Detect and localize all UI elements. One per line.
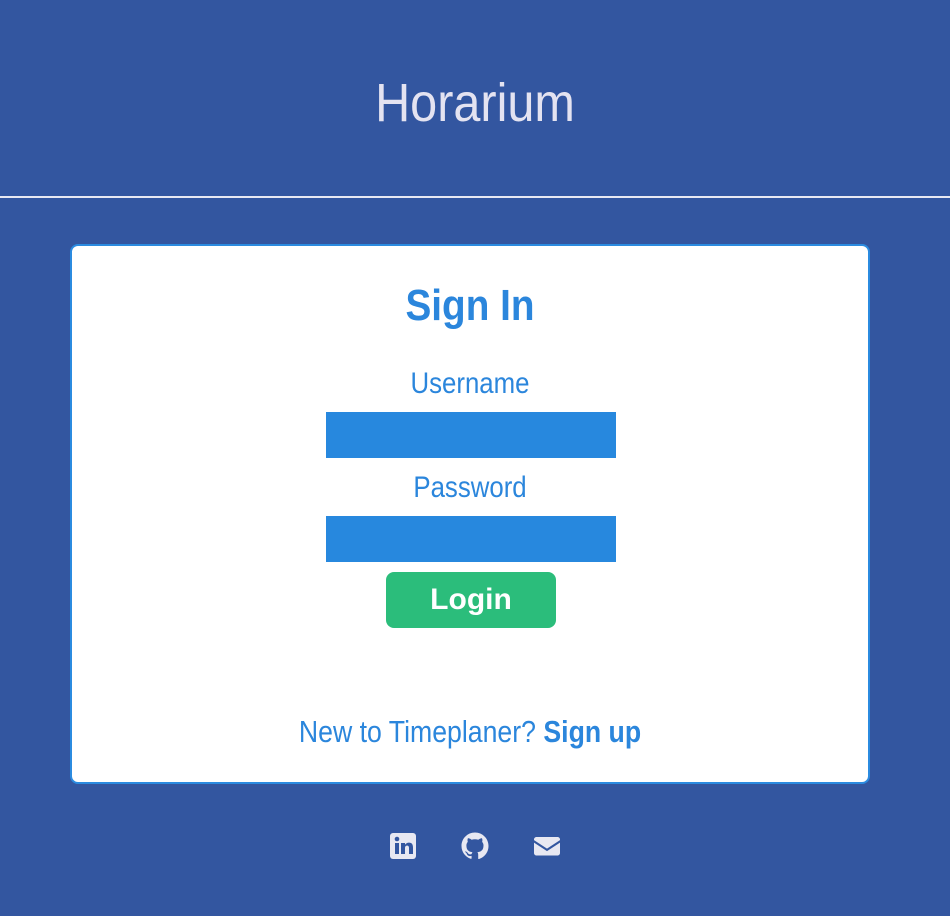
github-icon[interactable] bbox=[459, 830, 491, 862]
email-icon[interactable] bbox=[531, 830, 563, 862]
signup-prompt-text: New to Timeplaner? bbox=[298, 714, 536, 749]
signin-card: Sign In Username Password Login New to T… bbox=[70, 244, 870, 784]
signup-link[interactable]: Sign up bbox=[543, 714, 641, 749]
signup-prompt-line: New to Timeplaner? Sign up bbox=[128, 712, 813, 752]
password-label: Password bbox=[413, 471, 527, 504]
signin-title: Sign In bbox=[405, 281, 535, 330]
app-title: Horarium bbox=[375, 73, 575, 133]
linkedin-icon[interactable] bbox=[387, 830, 419, 862]
login-button[interactable]: Login bbox=[386, 572, 556, 628]
username-input[interactable] bbox=[326, 412, 616, 458]
password-input[interactable] bbox=[326, 516, 616, 562]
username-label: Username bbox=[410, 367, 530, 400]
footer-social-links bbox=[0, 830, 950, 864]
page-header: Horarium bbox=[0, 0, 950, 198]
